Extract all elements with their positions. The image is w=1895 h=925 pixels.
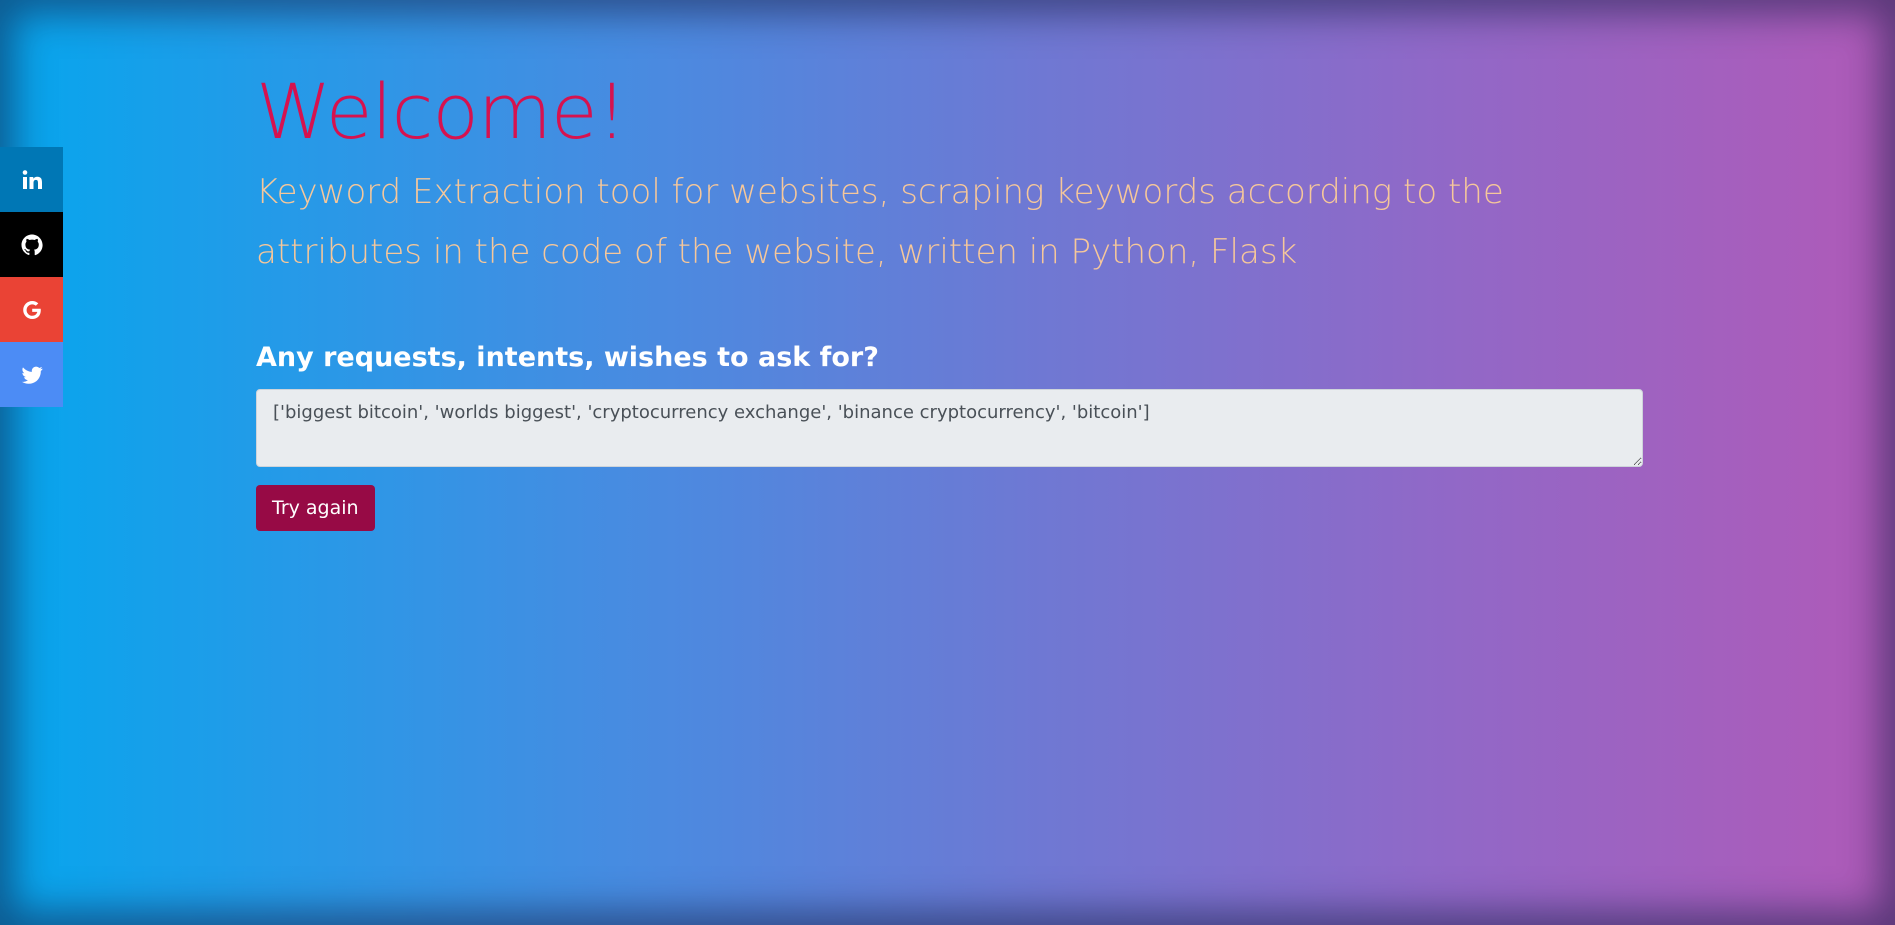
linkedin-icon <box>22 169 42 189</box>
page-title: Welcome! <box>256 67 627 156</box>
social-sidebar <box>0 147 63 407</box>
page-subtitle: Keyword Extraction tool for websites, sc… <box>256 172 1504 272</box>
twitter-link[interactable] <box>0 342 63 407</box>
request-question: Any requests, intents, wishes to ask for… <box>256 342 879 373</box>
linkedin-link[interactable] <box>0 147 63 212</box>
github-icon <box>21 234 43 255</box>
main-content: Welcome! Keyword Extraction tool for web… <box>256 60 1643 531</box>
try-again-button[interactable]: Try again <box>256 485 375 531</box>
google-icon <box>22 300 41 319</box>
twitter-icon <box>21 366 42 384</box>
google-link[interactable] <box>0 277 63 342</box>
keywords-result-field[interactable]: ['biggest bitcoin', 'worlds biggest', 'c… <box>256 389 1643 467</box>
github-link[interactable] <box>0 212 63 277</box>
